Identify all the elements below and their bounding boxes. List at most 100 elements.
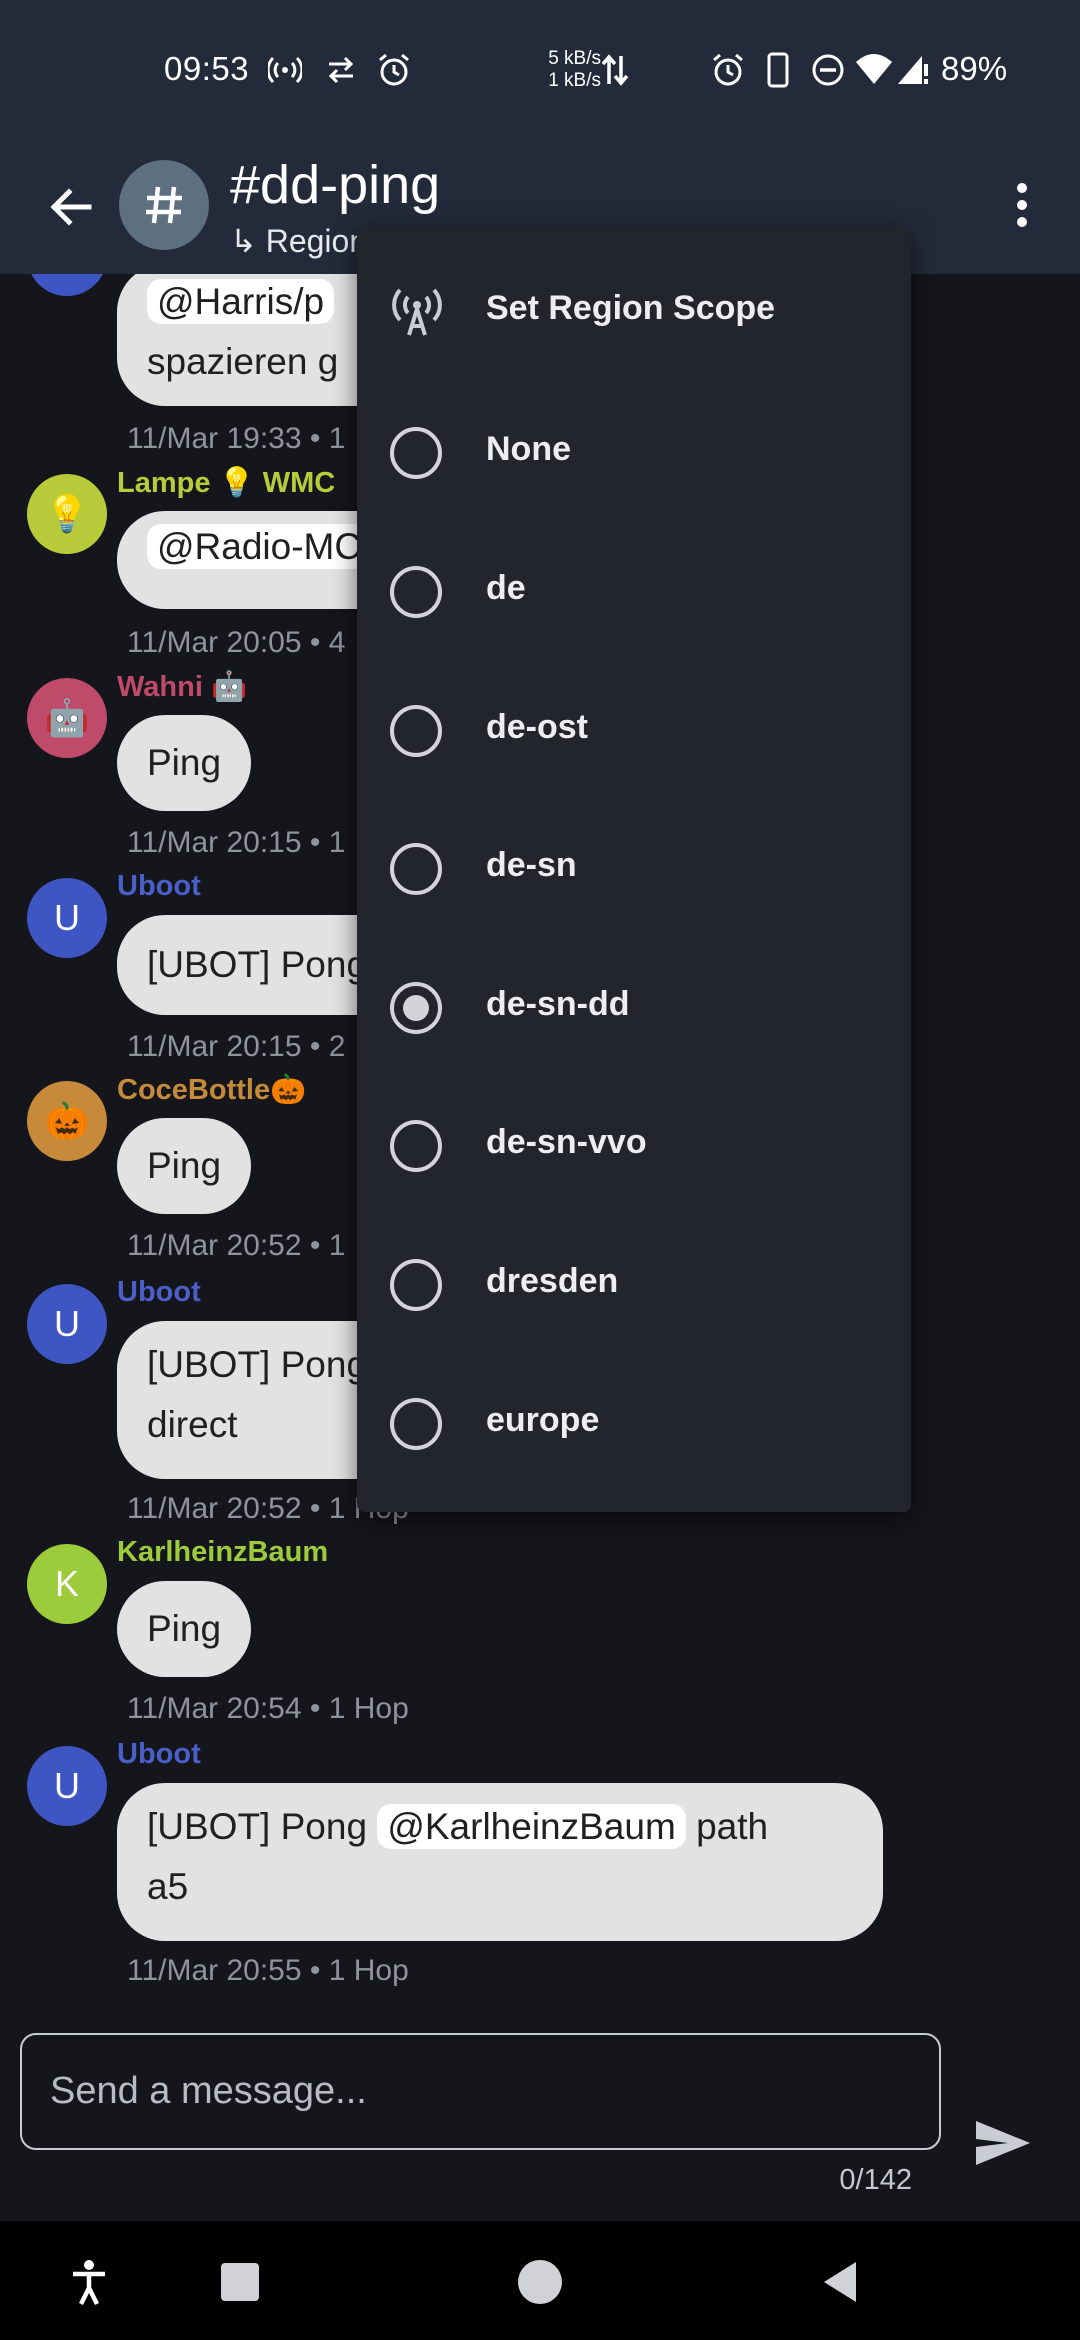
avatar-glyph: 🤖 [44, 697, 90, 738]
recents-button[interactable] [205, 2247, 275, 2317]
sender-name: Lampe 💡 WMC [117, 467, 336, 499]
avatar[interactable]: 🤖 [27, 678, 107, 758]
channel-title[interactable]: #dd-ping [230, 154, 440, 216]
sync-icon [328, 56, 354, 84]
avatar[interactable]: U [27, 1284, 107, 1364]
channel-avatar[interactable] [119, 160, 209, 250]
accessibility-button[interactable] [54, 2247, 124, 2317]
hash-icon [146, 186, 182, 224]
message-bubble[interactable]: [UBOT] Pong @KarlheinzBaum path a5 [117, 1783, 883, 1941]
radio-button[interactable] [390, 1398, 442, 1450]
net-speed: 5 kB/s 1 kB/s [541, 48, 601, 92]
char-counter: 0/142 [839, 2164, 912, 2196]
region-option-none[interactable]: None [357, 384, 911, 523]
sender-name: KarlheinzBaum [117, 1536, 329, 1568]
wifi-icon [856, 54, 892, 84]
phone-icon [767, 52, 789, 88]
radio-button[interactable] [390, 843, 442, 895]
home-button[interactable] [505, 2247, 575, 2317]
message-text: [UBOT] Pong [147, 944, 368, 985]
recents-icon [221, 2263, 259, 2301]
radio-button[interactable] [390, 1259, 442, 1311]
menu-header: Set Region Scope [357, 245, 911, 384]
sender-name: Wahni 🤖 [117, 671, 248, 703]
signal-icon [898, 56, 928, 84]
message-input-box[interactable] [20, 2033, 941, 2150]
region-option-de-sn-vvo[interactable]: de-sn-vvo [357, 1077, 911, 1216]
arrow-left-icon [50, 188, 92, 226]
avatar[interactable]: 💡 [27, 474, 107, 554]
send-button[interactable] [966, 2110, 1040, 2176]
option-label: de-sn [486, 846, 577, 884]
option-label: de [486, 569, 526, 607]
avatar[interactable]: U [27, 1746, 107, 1826]
status-bar: 09:53 5 kB/s 1 kB/s 89% [0, 0, 1080, 140]
send-icon [976, 2121, 1030, 2165]
sender-name: CoceBottle🎃 [117, 1074, 307, 1106]
option-label: de-sn-vvo [486, 1123, 647, 1161]
radio-button-selected[interactable] [390, 982, 442, 1034]
mention-chip[interactable]: @KarlheinzBaum [377, 1804, 686, 1849]
message-meta: 11/Mar 20:15 • 2 [127, 1030, 346, 1063]
overflow-menu-button[interactable] [1000, 170, 1044, 240]
option-label: europe [486, 1401, 600, 1439]
more-vert-icon [1017, 183, 1027, 227]
message-line: a5 [147, 1866, 189, 1907]
menu-title: Set Region Scope [486, 289, 776, 327]
back-icon [824, 2262, 856, 2302]
battery-level: 89% [941, 50, 1008, 87]
message-line: [UBOT] Pong @KarlheinzBaum path [147, 1797, 853, 1857]
mention-chip[interactable]: @Harris/p [147, 279, 335, 324]
message-meta: 11/Mar 20:15 • 1 [127, 826, 346, 859]
region-option-de-sn[interactable]: de-sn [357, 800, 911, 939]
message-meta: 11/Mar 19:33 • 1 [127, 422, 346, 455]
message-meta: 11/Mar 20:55 • 1 Hop [127, 1954, 409, 1987]
message-meta: 11/Mar 20:52 • 1 [127, 1229, 346, 1262]
message-meta: 11/Mar 20:54 • 1 Hop [127, 1692, 409, 1725]
back-button[interactable] [38, 174, 104, 240]
home-icon [518, 2260, 562, 2304]
region-option-de-ost[interactable]: de-ost [357, 662, 911, 801]
radio-button[interactable] [390, 427, 442, 479]
status-time: 09:53 [164, 50, 250, 87]
message-bubble[interactable]: Ping [117, 1118, 252, 1214]
avatar-glyph: U [54, 1765, 80, 1806]
radio-button[interactable] [390, 705, 442, 757]
sender-name: Uboot [117, 1738, 201, 1770]
radio-button[interactable] [390, 1120, 442, 1172]
avatar-glyph: 🎃 [44, 1100, 90, 1141]
hotspot-icon [268, 56, 302, 84]
avatar-glyph: K [54, 1563, 79, 1604]
region-option-europe[interactable]: europe [357, 1355, 911, 1494]
option-label: de-sn-dd [486, 985, 630, 1023]
sender-name: Uboot [117, 870, 201, 902]
alarm-icon [713, 53, 743, 86]
avatar-glyph: U [54, 1303, 80, 1344]
radio-button[interactable] [390, 566, 442, 618]
message-text: Ping [147, 742, 222, 783]
region-option-de-sn-dd[interactable]: de-sn-dd [357, 939, 911, 1078]
message-text: [UBOT] Pong [147, 1806, 368, 1847]
region-option-de[interactable]: de [357, 523, 911, 662]
system-nav-bar [0, 2221, 1080, 2340]
option-label: de-ost [486, 708, 588, 746]
mention-chip[interactable]: @Radio-MC [147, 524, 372, 569]
avatar[interactable]: K [27, 1544, 107, 1624]
message-bubble[interactable]: Ping [117, 715, 252, 811]
avatar[interactable]: 🎃 [27, 1081, 107, 1161]
net-speed-up: 5 kB/s [548, 48, 601, 69]
radio-tower-icon [392, 288, 442, 336]
message-input[interactable] [22, 2035, 939, 2148]
region-option-dresden[interactable]: dresden [357, 1216, 911, 1355]
avatar[interactable] [27, 274, 107, 296]
sender-name: Uboot [117, 1276, 201, 1308]
message-meta: 11/Mar 20:05 • 4 [127, 626, 346, 659]
message-text: path [696, 1806, 769, 1847]
nav-back-button[interactable] [805, 2247, 875, 2317]
data-arrows-icon [601, 54, 629, 86]
accessibility-icon [73, 2260, 105, 2306]
net-speed-down: 1 kB/s [548, 70, 601, 91]
message-bubble[interactable]: Ping [117, 1581, 252, 1677]
avatar-glyph: 💡 [44, 493, 90, 534]
avatar[interactable]: U [27, 878, 107, 958]
